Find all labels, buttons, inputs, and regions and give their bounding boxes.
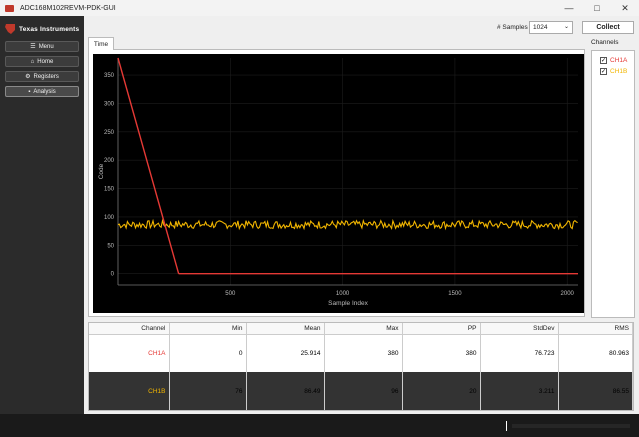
menu-icon: ☰ (30, 44, 36, 50)
minimize-button[interactable]: — (555, 0, 583, 16)
cell-stddev: 76.723 (480, 334, 559, 372)
y-tick-label: 100 (104, 215, 115, 221)
table-row[interactable]: CH1B 76 86.49 96 20 3.211 86.55 (89, 372, 633, 410)
samples-value: 1024 (533, 24, 548, 31)
cell-rms: 86.55 (558, 372, 633, 410)
y-tick-label: 350 (104, 73, 115, 79)
channel-item-ch1a[interactable]: ✓ CH1A (600, 57, 627, 64)
col-channel: Channel (89, 323, 170, 335)
ch1a-label: CH1A (610, 57, 628, 64)
cell-max: 96 (324, 372, 403, 410)
nav-home-button[interactable]: ⌂ Home (5, 56, 79, 67)
nav-registers-button[interactable]: ⚙ Registers (5, 71, 79, 82)
nav-registers-label: Registers (33, 73, 59, 80)
y-axis-label: Code (98, 163, 105, 179)
col-mean: Mean (246, 323, 325, 335)
x-tick-label: 2000 (561, 291, 575, 297)
cell-channel: CH1A (89, 334, 170, 372)
tab-time[interactable]: Time (88, 37, 114, 50)
home-icon: ⌂ (30, 58, 35, 65)
cell-mean: 86.49 (246, 372, 325, 410)
system-tray (512, 424, 630, 428)
col-stddev: StdDev (480, 323, 559, 335)
ch1b-checkbox[interactable]: ✓ (600, 68, 607, 75)
y-tick-label: 150 (104, 187, 115, 193)
cell-channel: CH1B (89, 372, 170, 410)
nav-menu-label: Menu (38, 43, 54, 50)
channels-panel: ✓ CH1A ✓ CH1B (591, 50, 635, 318)
cell-min: 0 (169, 334, 247, 372)
x-tick-label: 1500 (448, 291, 462, 297)
ch1b-trace (117, 218, 578, 231)
window-controls: — □ ✕ (555, 0, 639, 16)
cell-stddev: 3.211 (480, 372, 559, 410)
sidebar-nav: ☰ Menu ⌂ Home ⚙ Registers ▪ Analysis (5, 41, 79, 101)
nav-menu-button[interactable]: ☰ Menu (5, 41, 79, 52)
nav-analysis-label: Analysis (33, 88, 56, 95)
chevron-down-icon: ⌄ (563, 24, 569, 30)
collect-button[interactable]: Collect (582, 21, 634, 34)
ch1a-checkbox[interactable]: ✓ (600, 57, 607, 64)
y-tick-label: 0 (111, 272, 115, 278)
col-min: Min (169, 323, 247, 335)
ti-logo-icon (5, 24, 15, 34)
cell-pp: 20 (402, 372, 481, 410)
nav-home-label: Home (37, 58, 54, 65)
col-rms: RMS (558, 323, 633, 335)
ti-logo: Texas Instruments (5, 24, 79, 34)
registers-icon: ⚙ (25, 74, 31, 80)
stats-table: Channel Min Mean Max PP StdDev RMS CH1A … (89, 323, 633, 410)
stats-table-panel: Channel Min Mean Max PP StdDev RMS CH1A … (88, 322, 634, 411)
x-tick-label: 500 (225, 291, 236, 297)
y-tick-label: 50 (107, 243, 114, 249)
samples-label: # Samples (497, 24, 528, 31)
y-tick-label: 250 (104, 130, 115, 136)
maximize-button[interactable]: □ (583, 0, 611, 16)
y-tick-label: 300 (104, 101, 115, 107)
ch1a-trace-segment (117, 57, 180, 274)
y-tick-label: 200 (104, 158, 115, 164)
table-row[interactable]: CH1A 0 25.914 380 380 76.723 80.963 (89, 334, 633, 372)
window-title: ADC168M102REVM-PDK-GUI (20, 4, 116, 12)
app-icon (5, 4, 14, 12)
title-bar: ADC168M102REVM-PDK-GUI — □ ✕ (0, 0, 639, 16)
cell-pp: 380 (402, 334, 481, 372)
channel-item-ch1b[interactable]: ✓ CH1B (600, 68, 627, 75)
stats-header-row: Channel Min Mean Max PP StdDev RMS (89, 323, 633, 335)
nav-analysis-button[interactable]: ▪ Analysis (5, 86, 79, 97)
x-axis-label: Sample Index (328, 300, 368, 307)
cell-min: 76 (169, 372, 247, 410)
time-plot[interactable]: 0 50 100 150 200 250 300 350 500 1000 1500 2000 Samp… (93, 54, 584, 313)
analysis-icon: ▪ (28, 88, 31, 95)
x-tick-label: 1000 (336, 291, 350, 297)
chart-svg: 0 50 100 150 200 250 300 350 500 1000 1500 2000 Samp… (98, 57, 578, 307)
col-pp: PP (402, 323, 481, 335)
logo-text: Texas Instruments (19, 25, 80, 33)
close-button[interactable]: ✕ (611, 0, 639, 16)
channels-title: Channels (591, 39, 619, 46)
sidebar: Texas Instruments ☰ Menu ⌂ Home ⚙ Regist… (0, 16, 84, 414)
ch1b-label: CH1B (610, 68, 628, 75)
cell-max: 380 (324, 334, 403, 372)
samples-select[interactable]: 1024 ⌄ (529, 21, 573, 34)
text-cursor (506, 421, 507, 431)
cell-rms: 80.963 (558, 334, 633, 372)
col-max: Max (324, 323, 403, 335)
cell-mean: 25.914 (246, 334, 325, 372)
